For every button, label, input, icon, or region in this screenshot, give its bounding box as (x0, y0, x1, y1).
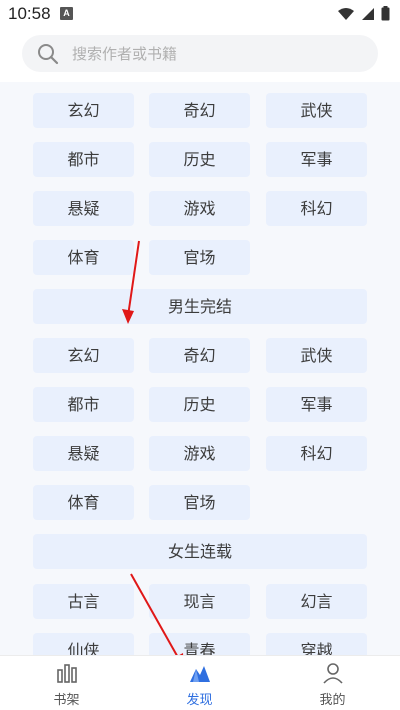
nav-item-profile[interactable]: 我的 (266, 656, 399, 710)
bookshelf-icon (56, 664, 77, 683)
category-chip[interactable]: 幻言 (266, 584, 367, 619)
status-time: 10:58 (8, 4, 51, 23)
category-chip[interactable]: 奇幻 (149, 338, 250, 373)
category-chip[interactable]: 体育 (33, 485, 134, 520)
system-icons (337, 6, 390, 21)
search-bar[interactable] (22, 35, 378, 72)
section-header-female-serial[interactable]: 女生连载 (33, 534, 367, 569)
category-chip[interactable]: 军事 (266, 387, 367, 422)
category-chip[interactable]: 科幻 (266, 191, 367, 226)
discover-icon (189, 666, 210, 682)
category-chip[interactable]: 仙侠 (33, 633, 134, 655)
category-chip[interactable]: 现言 (149, 584, 250, 619)
category-chip[interactable]: 都市 (33, 142, 134, 177)
battery-icon (381, 6, 390, 21)
nav-label-bookshelf: 书架 (53, 693, 80, 708)
category-chip[interactable]: 武侠 (266, 93, 367, 128)
notification-badge: A (60, 7, 73, 20)
nav-item-discover[interactable]: 发现 (133, 656, 266, 710)
signal-icon (362, 7, 374, 20)
category-chip[interactable]: 都市 (33, 387, 134, 422)
section-header-male-completed[interactable]: 男生完结 (33, 289, 367, 324)
wifi-icon (338, 7, 354, 20)
category-chip[interactable]: 武侠 (266, 338, 367, 373)
search-icon (38, 44, 59, 65)
category-chip[interactable]: 奇幻 (149, 93, 250, 128)
category-chip[interactable]: 游戏 (149, 436, 250, 471)
category-chip[interactable]: 青春 (149, 633, 250, 655)
profile-icon (322, 663, 343, 684)
category-chip[interactable]: 穿越 (266, 633, 367, 655)
category-chip[interactable]: 悬疑 (33, 436, 134, 471)
category-chip[interactable]: 体育 (33, 240, 134, 275)
nav-item-bookshelf[interactable]: 书架 (0, 656, 133, 710)
bottom-nav: 书架 发现 我的 (0, 655, 400, 710)
status-bar: 10:58 A (0, 0, 400, 28)
category-chip[interactable]: 历史 (149, 387, 250, 422)
category-chip[interactable]: 玄幻 (33, 93, 134, 128)
category-chip[interactable]: 古言 (33, 584, 134, 619)
category-chip[interactable]: 玄幻 (33, 338, 134, 373)
category-chip[interactable]: 历史 (149, 142, 250, 177)
search-input[interactable] (72, 35, 362, 72)
nav-label-discover: 发现 (186, 693, 213, 708)
category-chip[interactable]: 悬疑 (33, 191, 134, 226)
category-chip[interactable]: 官场 (149, 485, 250, 520)
category-chip[interactable]: 科幻 (266, 436, 367, 471)
nav-label-profile: 我的 (319, 693, 346, 708)
category-panel[interactable]: 玄幻 奇幻 武侠 都市 历史 军事 悬疑 游戏 科幻 体育 官场 男生完结 玄幻… (0, 82, 400, 655)
category-chip[interactable]: 游戏 (149, 191, 250, 226)
category-chip[interactable]: 官场 (149, 240, 250, 275)
category-chip[interactable]: 军事 (266, 142, 367, 177)
